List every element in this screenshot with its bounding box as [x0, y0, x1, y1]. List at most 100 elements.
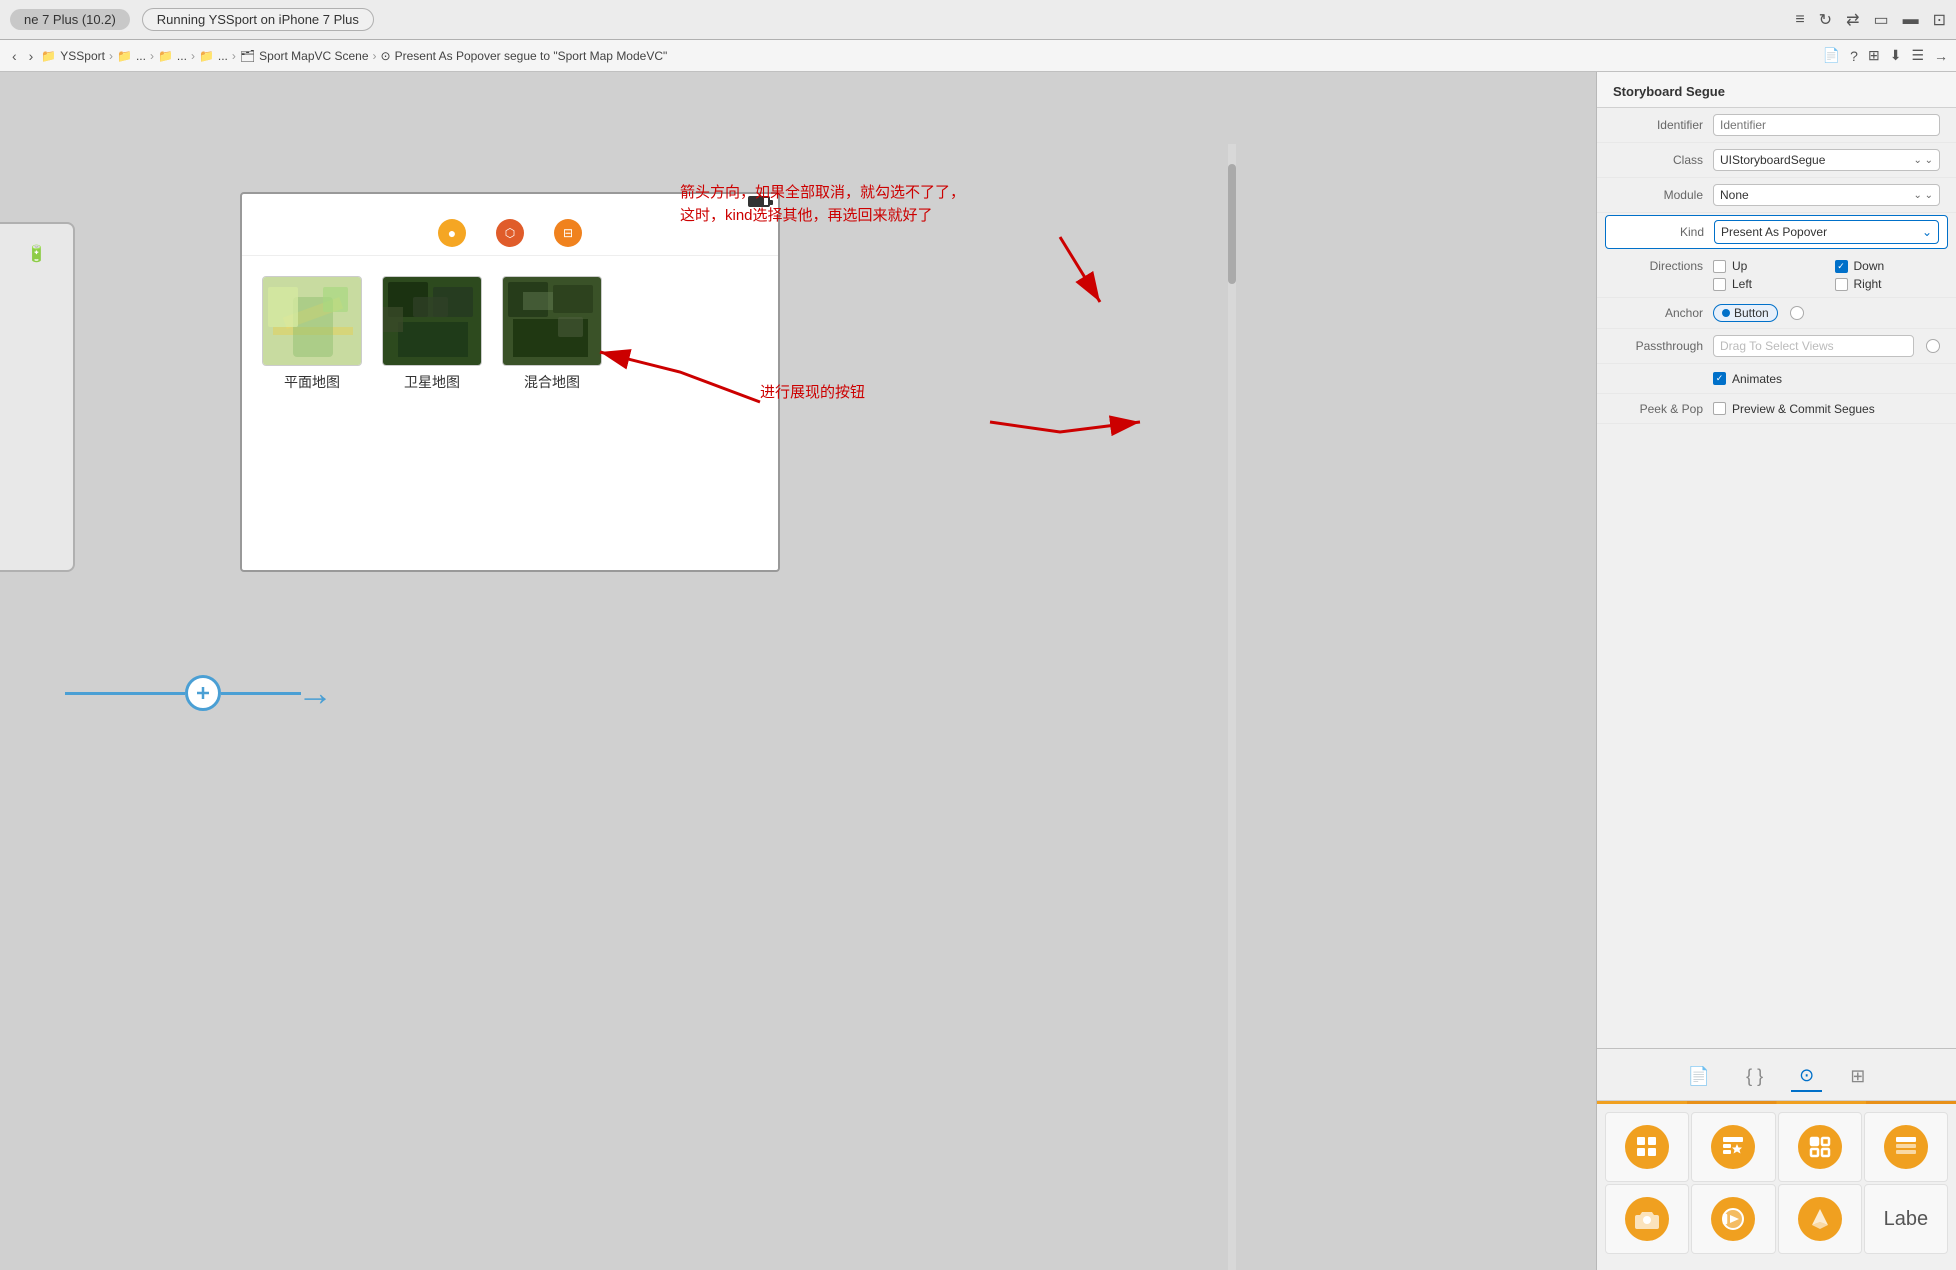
panel-body: Identifier Class UIStoryboardSegue ⌄ ⌄ M… — [1597, 108, 1956, 1048]
label-text: Labe — [1884, 1208, 1929, 1231]
map-label-hybrid: 混合地图 — [524, 372, 580, 392]
kind-select[interactable]: Present As Popover ⌄ — [1714, 220, 1939, 244]
object-cell-3[interactable] — [1864, 1112, 1948, 1182]
anchor-row: Anchor Button — [1597, 298, 1956, 329]
tab-braces[interactable]: { } — [1738, 1062, 1771, 1091]
kind-row: Kind Present As Popover ⌄ — [1605, 215, 1948, 249]
object-cell-7[interactable]: Labe — [1864, 1184, 1948, 1254]
arkit-icon — [1798, 1197, 1842, 1241]
forward-icon[interactable]: → — [1934, 48, 1948, 64]
dir-right-row: Right — [1835, 277, 1941, 291]
object-cell-2[interactable] — [1778, 1112, 1862, 1182]
tab-table[interactable]: ⊞ — [1842, 1062, 1873, 1091]
class-select-arrow: ⌄ ⌄ — [1913, 155, 1933, 166]
list-icon[interactable]: ≡ — [1795, 11, 1804, 29]
toolbar-button-2[interactable]: ⬡ — [496, 219, 524, 247]
objects-grid: Labe — [1597, 1104, 1956, 1262]
anchor-label: Anchor — [1613, 306, 1713, 320]
media-player-icon — [1711, 1197, 1755, 1241]
kind-dropdown-arrow: ⌄ — [1922, 225, 1932, 239]
segue-connector: → — [65, 672, 333, 714]
dir-down-checkbox[interactable] — [1835, 260, 1848, 273]
tab-doc[interactable]: 📄 — [1680, 1062, 1718, 1091]
map-thumb-flat[interactable] — [262, 276, 362, 366]
scroll-thumb[interactable] — [1228, 164, 1236, 284]
help-icon[interactable]: ? — [1850, 48, 1858, 64]
passthrough-radio[interactable] — [1926, 339, 1940, 353]
class-select[interactable]: UIStoryboardSegue ⌄ ⌄ — [1713, 149, 1940, 171]
folder-icon-3: 📁 — [158, 49, 173, 63]
canvas-area[interactable]: 🔋 ● ⬡ ⊟ — [0, 72, 1596, 1270]
dir-up-checkbox[interactable] — [1713, 260, 1726, 273]
breadcrumb-bar: ‹ › 📁 YSSport › 📁 ... › 📁 ... › 📁 ... › … — [0, 40, 1956, 72]
top-bar-actions: ≡ ↻ ⇄ ▭ ▬ ⊡ — [1795, 10, 1946, 30]
peek-pop-row: Peek & Pop Preview & Commit Segues — [1597, 394, 1956, 424]
toolbar-button-3[interactable]: ⊟ — [554, 219, 582, 247]
object-cell-4[interactable] — [1605, 1184, 1689, 1254]
identifier-input[interactable] — [1713, 114, 1940, 136]
back-forward-icon[interactable]: ⇄ — [1846, 10, 1859, 30]
class-control: UIStoryboardSegue ⌄ ⌄ — [1713, 149, 1940, 171]
directions-row: Directions Up Down Left — [1597, 251, 1956, 298]
peek-pop-label: Peek & Pop — [1613, 402, 1713, 416]
doc-icon[interactable]: 📄 — [1823, 47, 1840, 64]
module-select[interactable]: None ⌄ ⌄ — [1713, 184, 1940, 206]
dir-up-row: Up — [1713, 259, 1819, 273]
module-select-arrow: ⌄ ⌄ — [1913, 190, 1933, 201]
breadcrumb-item-4[interactable]: 🗂 Sport MapVC Scene — [240, 49, 369, 63]
identifier-control — [1713, 114, 1940, 136]
grid-icon[interactable]: ⊞ — [1868, 47, 1880, 64]
anchor-dot — [1722, 309, 1730, 317]
layout3-icon[interactable]: ⊡ — [1933, 10, 1946, 30]
iphone-content: 平面地图 卫星地图 — [242, 256, 778, 412]
map-thumb-sat[interactable] — [382, 276, 482, 366]
main-layout: 🔋 ● ⬡ ⊟ — [0, 72, 1956, 1270]
collection-bracket-icon — [1798, 1125, 1842, 1169]
tab-circle[interactable]: ⊙ — [1791, 1061, 1822, 1092]
folder-icon-4: 📁 — [199, 49, 214, 63]
refresh-icon[interactable]: ↻ — [1819, 10, 1832, 30]
breadcrumb-item-0[interactable]: 📁 YSSport — [41, 49, 105, 63]
sep5: › — [373, 49, 377, 63]
breadcrumb-item-3[interactable]: 📁 ... — [199, 49, 228, 63]
animates-label: Animates — [1732, 372, 1782, 386]
collection-view-icon — [1625, 1125, 1669, 1169]
object-cell-0[interactable] — [1605, 1112, 1689, 1182]
object-cell-1[interactable] — [1691, 1112, 1775, 1182]
nav-back-button[interactable]: ‹ — [8, 48, 21, 64]
sep3: › — [191, 49, 195, 63]
top-bar: ne 7 Plus (10.2) Running YSSport on iPho… — [0, 0, 1956, 40]
dir-right-checkbox[interactable] — [1835, 278, 1848, 291]
anchor-radio[interactable] — [1790, 306, 1804, 320]
dir-down-label: Down — [1854, 259, 1885, 273]
peek-pop-control: Preview & Commit Segues — [1713, 402, 1940, 416]
breadcrumb-item-5[interactable]: ⊙ Present As Popover segue to "Sport Map… — [381, 49, 668, 63]
peek-pop-checkbox[interactable] — [1713, 402, 1726, 415]
passthrough-row: Passthrough Drag To Select Views — [1597, 329, 1956, 364]
anchor-select[interactable]: Button — [1713, 304, 1778, 322]
toolbar-button-1[interactable]: ● — [438, 219, 466, 247]
layout2-icon[interactable]: ▬ — [1903, 11, 1919, 29]
map-thumb-hybrid[interactable] — [502, 276, 602, 366]
device-tab[interactable]: ne 7 Plus (10.2) — [10, 9, 130, 30]
nav-forward-button[interactable]: › — [25, 48, 38, 64]
directions-control: Up Down Left Right — [1713, 259, 1940, 291]
list-icon-breadcrumb[interactable]: ☰ — [1911, 47, 1924, 64]
running-tab[interactable]: Running YSSport on iPhone 7 Plus — [142, 8, 374, 31]
layout1-icon[interactable]: ▭ — [1873, 10, 1888, 30]
animates-checkbox[interactable] — [1713, 372, 1726, 385]
folder-icon-2: 📁 — [117, 49, 132, 63]
panel-tab-bar: 📄 { } ⊙ ⊞ — [1597, 1057, 1956, 1101]
segue-circle[interactable] — [185, 675, 221, 711]
right-panel: Storyboard Segue Identifier Class UIStor… — [1596, 72, 1956, 1270]
dir-left-checkbox[interactable] — [1713, 278, 1726, 291]
object-cell-6[interactable] — [1778, 1184, 1862, 1254]
phone-left: 🔋 — [0, 222, 75, 572]
download-icon[interactable]: ⬇ — [1890, 47, 1902, 64]
breadcrumb-item-2[interactable]: 📁 ... — [158, 49, 187, 63]
breadcrumb-item-1[interactable]: 📁 ... — [117, 49, 146, 63]
passthrough-control: Drag To Select Views — [1713, 335, 1940, 357]
sep2: › — [150, 49, 154, 63]
passthrough-input[interactable]: Drag To Select Views — [1713, 335, 1914, 357]
object-cell-5[interactable] — [1691, 1184, 1775, 1254]
